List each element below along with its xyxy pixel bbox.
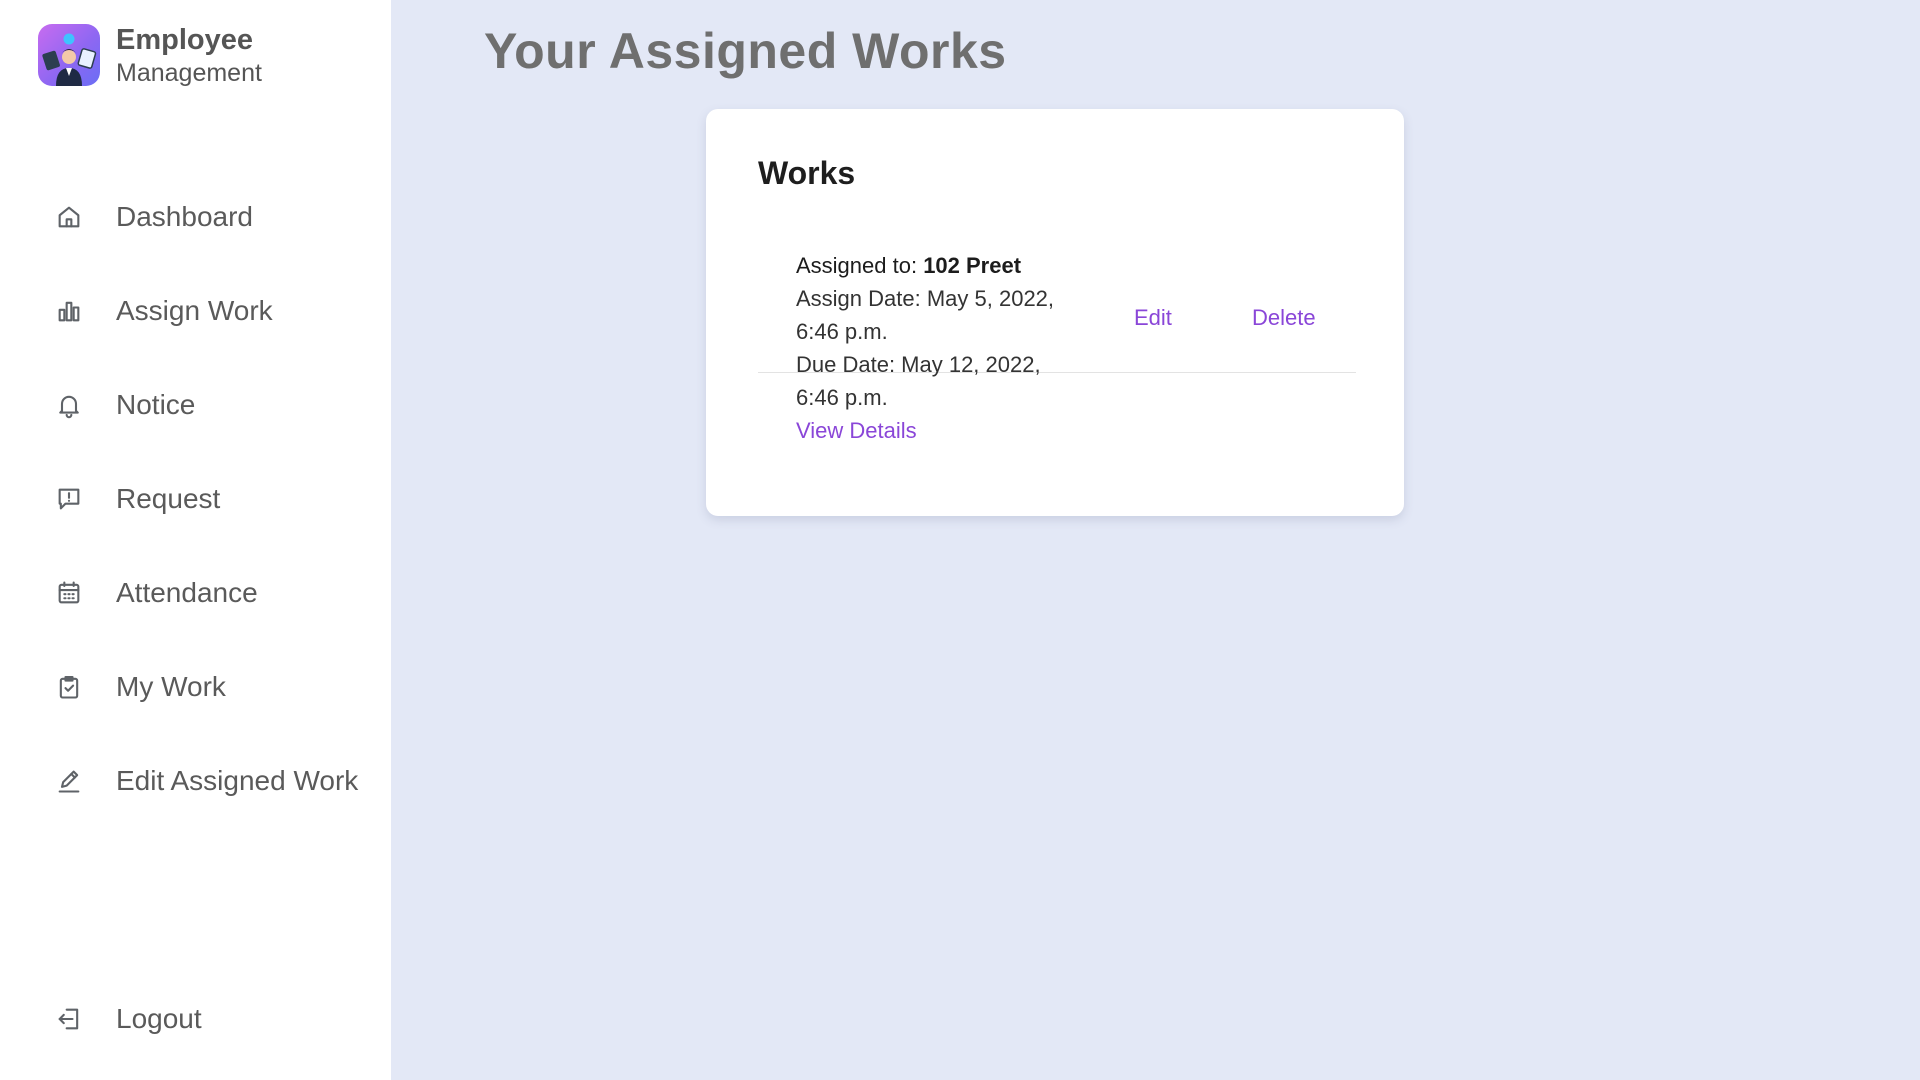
- sidebar-item-request[interactable]: Request: [0, 452, 391, 546]
- sidebar-item-label: Notice: [116, 389, 196, 420]
- due-date: Due Date: May 12, 2022, 6:46 p.m.: [796, 352, 1041, 410]
- sidebar-nav: Dashboard Assign Work Notice Request Att…: [0, 170, 391, 828]
- work-list-item: Assigned to: 102 Preet Assign Date: May …: [758, 239, 1356, 443]
- sidebar-item-assign-work[interactable]: Assign Work: [0, 264, 391, 358]
- sidebar-item-label: Edit Assigned Work: [116, 765, 359, 796]
- logout-label: Logout: [116, 1003, 202, 1034]
- sidebar-item-attendance[interactable]: Attendance: [0, 546, 391, 640]
- assigned-to-label: Assigned to:: [796, 253, 924, 278]
- sidebar-item-edit-assigned-work[interactable]: Edit Assigned Work: [0, 734, 391, 828]
- bar-chart-icon: [54, 296, 84, 326]
- page-title: Your Assigned Works: [484, 23, 1007, 79]
- home-icon: [54, 202, 84, 232]
- edit-link[interactable]: Edit: [1134, 305, 1172, 331]
- assigned-to-value: 102 Preet: [923, 253, 1022, 278]
- sidebar-item-label: Attendance: [116, 577, 258, 608]
- logout-icon: [54, 1004, 84, 1034]
- sidebar-item-label: Dashboard: [116, 201, 253, 232]
- work-info: Assigned to: 102 Preet Assign Date: May …: [796, 249, 1066, 447]
- clipboard-check-icon: [54, 672, 84, 702]
- assigned-to: Assigned to: 102 Preet: [796, 249, 1066, 282]
- sidebar-item-label: Assign Work: [116, 295, 273, 326]
- pencil-icon: [54, 766, 84, 796]
- logout-button[interactable]: Logout: [0, 972, 391, 1066]
- bell-icon: [54, 390, 84, 420]
- brand-subtitle: Management: [116, 59, 262, 88]
- brand-title: Employee: [116, 24, 253, 56]
- assign-date: Assign Date: May 5, 2022, 6:46 p.m.: [796, 286, 1055, 344]
- sidebar-item-dashboard[interactable]: Dashboard: [0, 170, 391, 264]
- sidebar-item-label: My Work: [116, 671, 226, 702]
- sidebar: Employee Management Dashboard Assign Wor…: [0, 0, 391, 1080]
- card-title: Works: [758, 155, 856, 191]
- view-details-link[interactable]: View Details: [796, 414, 1066, 447]
- delete-link[interactable]: Delete: [1252, 305, 1316, 331]
- brand[interactable]: Employee Management: [38, 24, 262, 88]
- employee-management-logo-icon: [38, 24, 100, 86]
- works-card: Works Assigned to: 102 Preet Assign Date…: [706, 109, 1404, 516]
- calendar-icon: [54, 578, 84, 608]
- sidebar-item-label: Request: [116, 483, 221, 514]
- sidebar-item-my-work[interactable]: My Work: [0, 640, 391, 734]
- message-alert-icon: [54, 484, 84, 514]
- sidebar-item-notice[interactable]: Notice: [0, 358, 391, 452]
